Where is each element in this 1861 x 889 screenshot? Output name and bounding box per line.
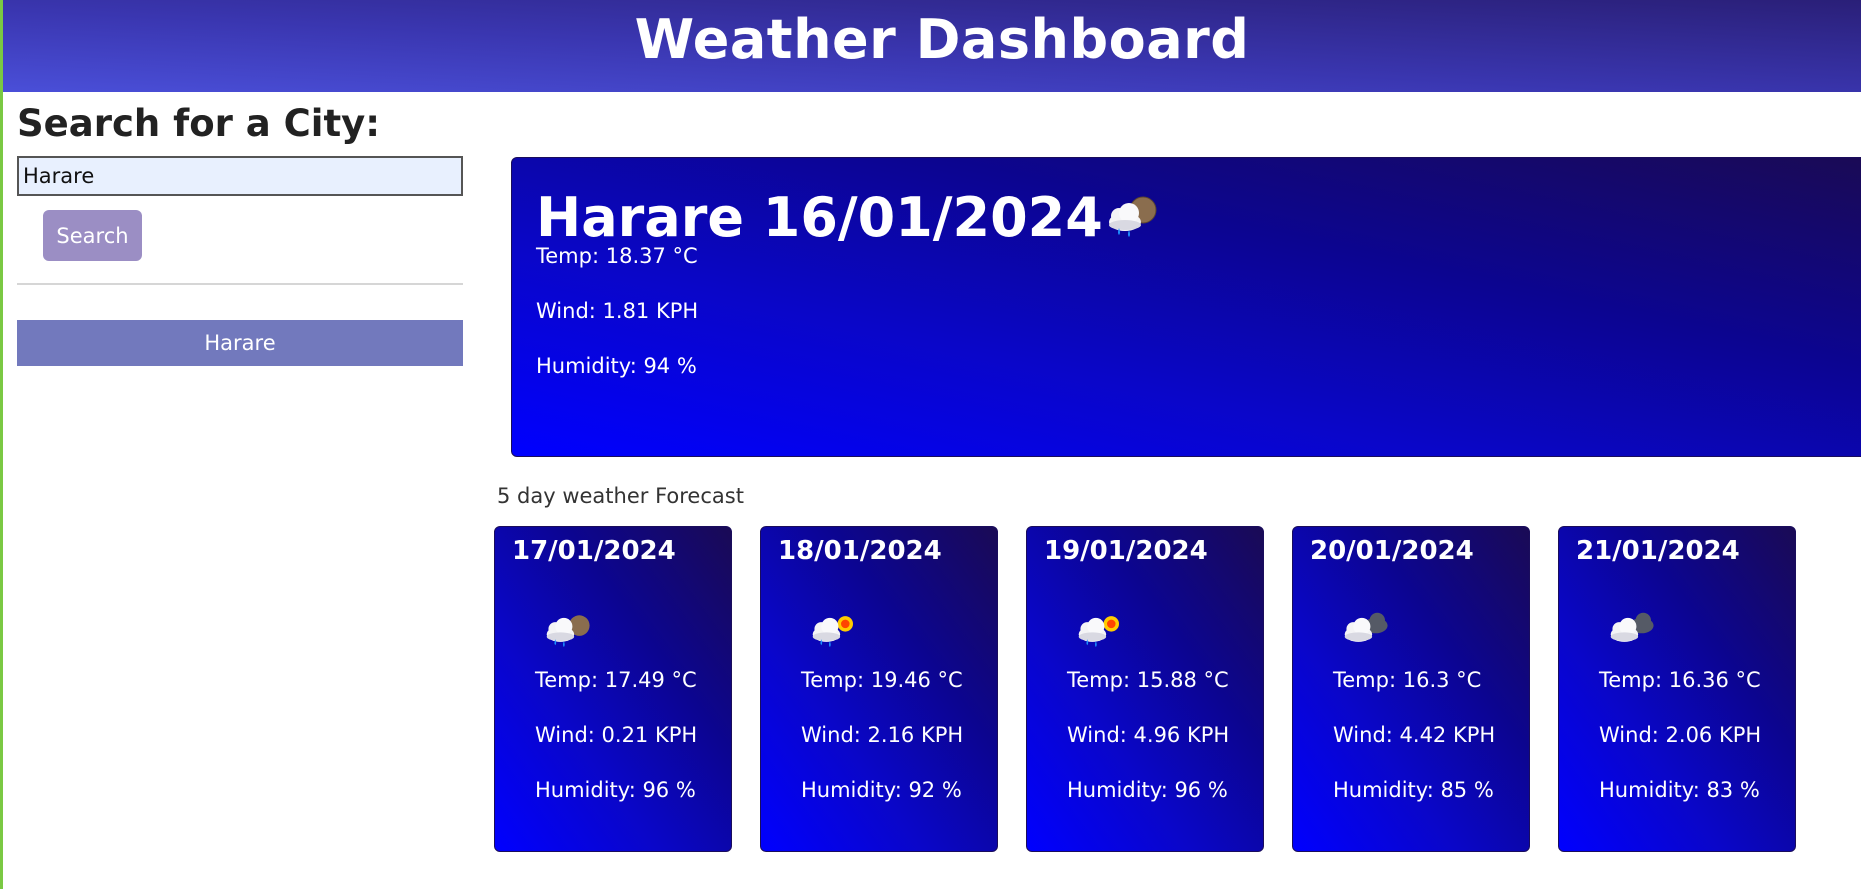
app-header: Weather Dashboard bbox=[3, 0, 1861, 92]
forecast-card: 17/01/2024 Temp: 17.49 °C Wind: 0.21 KPH… bbox=[494, 526, 732, 852]
forecast-date: 21/01/2024 bbox=[1576, 536, 1740, 566]
forecast-wind: Wind: 2.06 KPH bbox=[1599, 723, 1762, 747]
forecast-heading: 5 day weather Forecast bbox=[497, 484, 744, 508]
cloudy-icon bbox=[1337, 605, 1397, 657]
current-wind: Wind: 1.81 KPH bbox=[536, 299, 699, 323]
forecast-wind: Wind: 4.42 KPH bbox=[1333, 723, 1496, 747]
forecast-wind: Wind: 4.96 KPH bbox=[1067, 723, 1230, 747]
history-city-button[interactable]: Harare bbox=[17, 320, 463, 366]
search-heading: Search for a City: bbox=[17, 102, 381, 145]
current-city-date: Harare 16/01/2024 bbox=[536, 186, 1103, 249]
forecast-humidity: Humidity: 92 % bbox=[801, 778, 962, 802]
forecast-humidity: Humidity: 96 % bbox=[535, 778, 696, 802]
forecast-card: 20/01/2024 Temp: 16.3 °C Wind: 4.42 KPH … bbox=[1292, 526, 1530, 852]
rain-cloud-sun-icon bbox=[805, 605, 865, 657]
forecast-temp: Temp: 15.88 °C bbox=[1067, 668, 1229, 692]
current-title-row: Harare 16/01/2024 bbox=[536, 186, 1167, 250]
current-temp: Temp: 18.37 °C bbox=[536, 244, 698, 268]
forecast-card: 19/01/2024 Temp: 15.88 °C Wind: 4.96 KPH… bbox=[1026, 526, 1264, 852]
forecast-humidity: Humidity: 85 % bbox=[1333, 778, 1494, 802]
rain-cloud-night-icon bbox=[1103, 188, 1167, 248]
current-weather-panel: Harare 16/01/2024 Temp: 18.37 °C Wind: 1… bbox=[511, 157, 1861, 457]
forecast-date: 18/01/2024 bbox=[778, 536, 942, 566]
forecast-temp: Temp: 16.36 °C bbox=[1599, 668, 1761, 692]
search-sidebar: Search for a City: Search Harare bbox=[17, 100, 463, 366]
search-button[interactable]: Search bbox=[43, 210, 142, 261]
forecast-wind: Wind: 0.21 KPH bbox=[535, 723, 698, 747]
page: Weather Dashboard Search for a City: Sea… bbox=[0, 0, 1861, 889]
rain-cloud-sun-icon bbox=[1071, 605, 1131, 657]
forecast-humidity: Humidity: 83 % bbox=[1599, 778, 1760, 802]
cloudy-icon bbox=[1603, 605, 1663, 657]
forecast-wind: Wind: 2.16 KPH bbox=[801, 723, 964, 747]
app-title: Weather Dashboard bbox=[634, 8, 1250, 71]
forecast-humidity: Humidity: 96 % bbox=[1067, 778, 1228, 802]
sidebar-divider bbox=[17, 283, 463, 285]
forecast-date: 20/01/2024 bbox=[1310, 536, 1474, 566]
rain-cloud-night-icon bbox=[539, 605, 599, 657]
forecast-date: 19/01/2024 bbox=[1044, 536, 1208, 566]
forecast-temp: Temp: 17.49 °C bbox=[535, 668, 697, 692]
forecast-card: 18/01/2024 Temp: 19.46 °C Wind: 2.16 KPH… bbox=[760, 526, 998, 852]
forecast-temp: Temp: 19.46 °C bbox=[801, 668, 963, 692]
forecast-card: 21/01/2024 Temp: 16.36 °C Wind: 2.06 KPH… bbox=[1558, 526, 1796, 852]
forecast-date: 17/01/2024 bbox=[512, 536, 676, 566]
forecast-temp: Temp: 16.3 °C bbox=[1333, 668, 1482, 692]
current-humidity: Humidity: 94 % bbox=[536, 354, 697, 378]
city-search-input[interactable] bbox=[17, 156, 463, 196]
